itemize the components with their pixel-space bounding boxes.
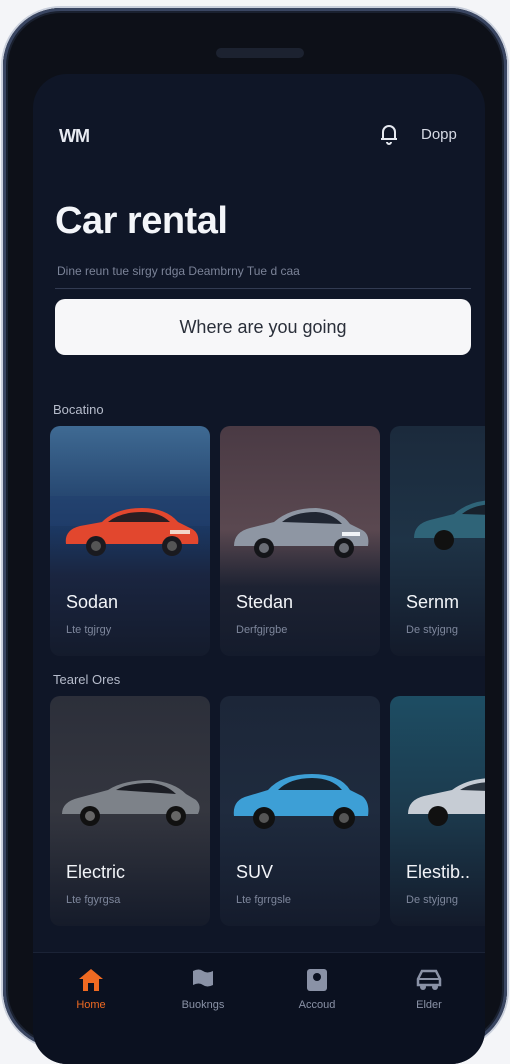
app-screen: WM Dopp Car rental Dine reun tue sirgy r… — [33, 74, 485, 1064]
sedan-car-image — [234, 508, 369, 558]
nav-item-home[interactable]: Home — [51, 967, 131, 1011]
home-icon — [79, 969, 103, 991]
sedan-car-image — [414, 500, 485, 550]
top-bar: WM Dopp — [33, 74, 485, 174]
search-input[interactable]: Where are you going — [55, 299, 471, 355]
card-description: Lte tgjrgy — [66, 624, 112, 636]
card-title: Elestib.. — [406, 862, 471, 882]
suv-car-image — [233, 774, 369, 829]
card-title: Sodan — [66, 592, 119, 612]
category-row-1: Sodan Lte tgjrgy Stedan Derfgjrgbe Sernm… — [50, 426, 485, 656]
page-subtitle: Dine reun tue sirgy rdga Deambrny Tue d … — [57, 264, 300, 278]
category-row-2: Electric Lte fgyrgsa SUV Lte fgrrgsle El… — [50, 696, 485, 926]
electric-car-image — [408, 778, 485, 826]
card-title: Electric — [66, 862, 126, 882]
card-description: Derfgjrgbe — [236, 624, 288, 636]
divider — [55, 288, 471, 289]
card-title: Sernm — [406, 592, 460, 612]
flag-icon — [193, 969, 213, 987]
section-label-types: Tearel Ores — [53, 672, 121, 687]
card-title: SUV — [236, 862, 274, 882]
nav-label: Accoud — [298, 999, 336, 1011]
card-description: Lte fgyrgsa — [66, 894, 121, 906]
nav-item-account[interactable]: Accoud — [277, 967, 357, 1011]
user-label[interactable]: Dopp — [421, 126, 457, 143]
nav-label: Home — [76, 999, 106, 1011]
sedan-car-image — [65, 508, 199, 556]
speaker-grille — [216, 48, 304, 58]
bottom-nav: Home Buokngs Accoud Elder — [33, 952, 485, 1064]
car-card-elestib[interactable]: Elestib.. De styjgng — [390, 696, 485, 926]
car-card-sodan[interactable]: Sodan Lte tgjrgy — [50, 426, 210, 656]
nav-item-bookings[interactable]: Buokngs — [163, 967, 243, 1011]
car-icon — [416, 969, 442, 990]
car-card-suv[interactable]: SUV Lte fgrrgsle — [220, 696, 380, 926]
page-title: Car rental — [55, 200, 228, 242]
car-card-electric[interactable]: Electric Lte fgyrgsa — [50, 696, 210, 926]
nav-label: Buokngs — [181, 999, 225, 1011]
card-description: De styjgng — [406, 894, 458, 906]
card-description: Lte fgrrgsle — [236, 894, 292, 906]
electric-car-image — [62, 780, 200, 826]
brand-logo: WM — [59, 126, 90, 146]
card-description: De styjgng — [406, 624, 458, 636]
bell-icon[interactable] — [377, 122, 401, 146]
card-title: Stedan — [236, 592, 294, 612]
section-label-categories: Bocatino — [53, 402, 104, 417]
account-icon — [307, 969, 327, 991]
nav-item-elder[interactable]: Elder — [389, 967, 469, 1011]
car-card-sernm[interactable]: Sernm De styjgng — [390, 426, 485, 656]
car-card-stedan[interactable]: Stedan Derfgjrgbe — [220, 426, 380, 656]
phone-frame: WM Dopp Car rental Dine reun tue sirgy r… — [3, 8, 507, 1064]
nav-label: Elder — [416, 999, 442, 1011]
